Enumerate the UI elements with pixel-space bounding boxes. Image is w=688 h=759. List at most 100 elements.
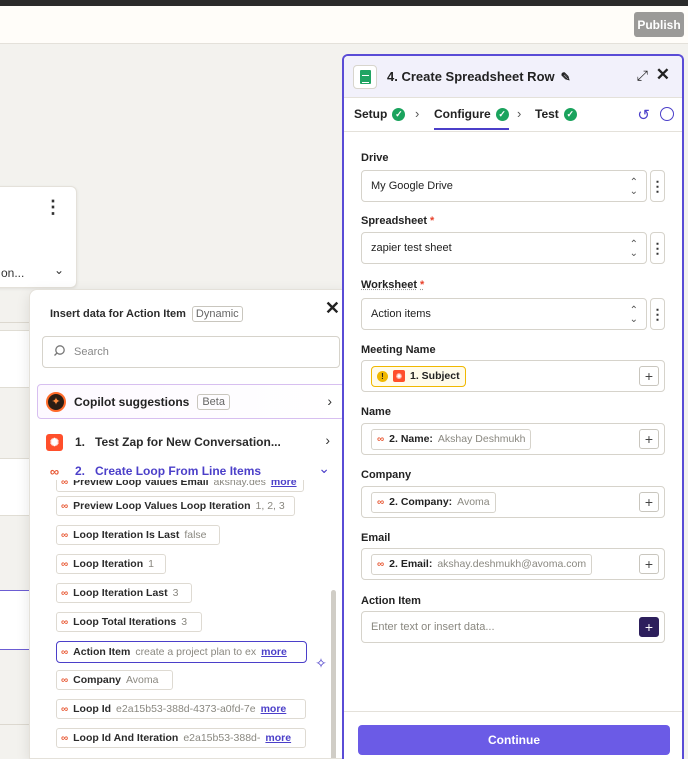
insert-data-title-text: Insert data for Action Item xyxy=(50,308,186,320)
item-key: Loop Iteration xyxy=(73,558,144,570)
step-row-2[interactable]: ∞ 2. Create Loop From Line Items xyxy=(46,460,261,482)
loop-icon: ∞ xyxy=(61,732,69,744)
copilot-suggestions-row[interactable]: ✦ Copilot suggestions Beta › xyxy=(37,384,345,419)
step-title: 4. Create Spreadsheet Row ✎ xyxy=(387,69,571,84)
data-item[interactable]: ∞ Loop Iteration 1 xyxy=(56,554,166,574)
item-value: create a project plan to ex xyxy=(135,646,257,658)
email-pill[interactable]: ∞ 2. Email: akshay.deshmukh@avoma.com xyxy=(371,553,593,575)
name-field[interactable]: ∞ 2. Name: Akshay Deshmukh + xyxy=(361,423,665,455)
worksheet-label: Worksheet * xyxy=(361,279,424,291)
loop-icon: ∞ xyxy=(377,433,385,445)
check-icon: ✓ xyxy=(495,107,509,121)
more-link[interactable]: more xyxy=(261,703,287,715)
step-config-panel: 4. Create Spreadsheet Row ✎ ⤢ ✕ Setup ✓ … xyxy=(342,54,684,759)
name-pill[interactable]: ∞ 2. Name: Akshay Deshmukh xyxy=(371,428,532,450)
close-icon[interactable]: ✕ xyxy=(325,298,340,319)
meeting-name-field[interactable]: ! ✺ 1. Subject + xyxy=(361,360,665,392)
sparkle-icon[interactable]: ✧ xyxy=(311,653,331,673)
canvas-node-partial xyxy=(0,458,30,516)
tab-label: Configure xyxy=(434,107,491,121)
insert-data-button[interactable]: + xyxy=(639,554,659,574)
step-title-text: 4. Create Spreadsheet Row xyxy=(387,69,555,84)
continue-button[interactable]: Continue xyxy=(358,725,670,755)
more-link[interactable]: more xyxy=(261,646,287,658)
pill-key: 2. Company: xyxy=(389,496,453,508)
insert-data-button[interactable]: + xyxy=(639,366,659,386)
data-item[interactable]: ∞ Preview Loop Values Loop Iteration 1, … xyxy=(56,496,295,516)
item-value: e2a15b53-388d-4373-a0fd-7e xyxy=(116,703,256,715)
item-value: 1 xyxy=(148,558,154,570)
pencil-icon[interactable]: ✎ xyxy=(561,70,571,84)
pill-value: akshay.deshmukh@avoma.com xyxy=(437,558,587,570)
required-mark: * xyxy=(420,279,425,291)
insert-data-panel: Insert data for Action Item Dynamic ✕ Se… xyxy=(29,289,351,759)
item-key: Preview Loop Values Email xyxy=(73,480,209,488)
action-item-label: Action Item xyxy=(361,595,421,607)
scrollbar[interactable] xyxy=(331,590,336,758)
more-options-icon[interactable]: ⋮ xyxy=(650,232,665,264)
loop-icon: ∞ xyxy=(61,616,69,628)
company-label: Company xyxy=(361,469,412,481)
action-item-placeholder: Enter text or insert data... xyxy=(371,621,495,633)
data-item[interactable]: ∞ Loop Iteration Is Last false xyxy=(56,525,220,545)
workflow-node-card[interactable]: ⋮ on... ⌄ xyxy=(0,186,77,288)
data-item[interactable]: ∞ Loop Iteration Last 3 xyxy=(56,583,192,603)
comment-icon[interactable] xyxy=(660,107,674,121)
item-value: e2a15b53-388d- xyxy=(183,732,261,744)
company-pill[interactable]: ∞ 2. Company: Avoma xyxy=(371,491,496,513)
worksheet-select[interactable]: Action items ⌃ ⌄ xyxy=(361,298,647,330)
search-input[interactable]: Search xyxy=(42,336,340,368)
spreadsheet-value: zapier test sheet xyxy=(371,242,452,254)
data-item-action-item[interactable]: ∞ Action Item create a project plan to e… xyxy=(56,641,307,663)
data-item[interactable]: ∞ Loop Id e2a15b53-388d-4373-a0fd-7e mor… xyxy=(56,699,306,719)
beta-badge: Beta xyxy=(197,393,230,410)
more-options-icon[interactable]: ⋮ xyxy=(650,170,665,202)
copilot-logo-icon: ✦ xyxy=(46,391,66,412)
insert-data-button[interactable]: + xyxy=(639,617,659,637)
loop-icon: ∞ xyxy=(377,558,385,570)
email-field[interactable]: ∞ 2. Email: akshay.deshmukh@avoma.com + xyxy=(361,548,665,580)
loop-icon: ∞ xyxy=(49,463,60,479)
item-value: Avoma xyxy=(125,674,159,686)
action-item-field[interactable]: Enter text or insert data... + xyxy=(361,611,665,643)
drive-select[interactable]: My Google Drive ⌃ ⌄ xyxy=(361,170,647,202)
chevron-right-icon[interactable]: › xyxy=(325,432,330,448)
company-field[interactable]: ∞ 2. Company: Avoma + xyxy=(361,486,665,518)
tab-label: Test xyxy=(535,107,559,121)
data-item[interactable]: ∞ Loop Total Iterations 3 xyxy=(56,612,202,632)
more-options-icon[interactable]: ⋮ xyxy=(650,298,665,330)
data-item[interactable]: ∞ Loop Id And Iteration e2a15b53-388d- m… xyxy=(56,728,306,748)
expand-icon[interactable]: ⤢ xyxy=(637,67,648,84)
chevron-down-icon[interactable]: ⌄ xyxy=(318,460,330,477)
data-item[interactable]: ∞ Company Avoma xyxy=(56,670,173,690)
more-link[interactable]: more xyxy=(271,480,297,488)
spreadsheet-label-text: Spreadsheet xyxy=(361,215,428,227)
check-icon: ✓ xyxy=(563,107,577,121)
footer-divider xyxy=(344,711,682,712)
data-item[interactable]: ∞ Preview Loop Values Email akshay.des m… xyxy=(56,480,304,492)
spreadsheet-select[interactable]: zapier test sheet ⌃ ⌄ xyxy=(361,232,647,264)
refresh-icon[interactable]: ↺ xyxy=(637,106,650,124)
meeting-name-pill[interactable]: ! ✺ 1. Subject xyxy=(371,365,466,387)
loop-icon: ∞ xyxy=(61,646,69,658)
insert-data-button[interactable]: + xyxy=(639,429,659,449)
more-options-icon[interactable]: ⋮ xyxy=(44,197,62,218)
tab-configure[interactable]: Configure ✓ xyxy=(434,107,509,130)
step-number: 1. xyxy=(75,435,86,449)
chevron-down-icon[interactable]: ⌄ xyxy=(54,263,64,277)
worksheet-label-text: Worksheet xyxy=(361,279,418,291)
step-row-1[interactable]: ✺ 1. Test Zap for New Conversation... xyxy=(46,431,281,453)
loop-icon: ∞ xyxy=(61,529,69,541)
tab-test[interactable]: Test ✓ xyxy=(535,107,577,121)
tab-label: Setup xyxy=(354,107,388,121)
chevron-right-icon: › xyxy=(415,106,420,121)
tab-setup[interactable]: Setup ✓ xyxy=(354,107,406,121)
item-key: Loop Id And Iteration xyxy=(73,732,179,744)
data-items-list[interactable]: ∞ Preview Loop Values Email akshay.des m… xyxy=(30,480,350,758)
more-link[interactable]: more xyxy=(265,732,291,744)
pill-value: Akshay Deshmukh xyxy=(437,433,526,445)
insert-data-button[interactable]: + xyxy=(639,492,659,512)
publish-button[interactable]: Publish xyxy=(634,12,684,37)
search-placeholder: Search xyxy=(74,346,109,358)
close-icon[interactable]: ✕ xyxy=(656,65,670,85)
